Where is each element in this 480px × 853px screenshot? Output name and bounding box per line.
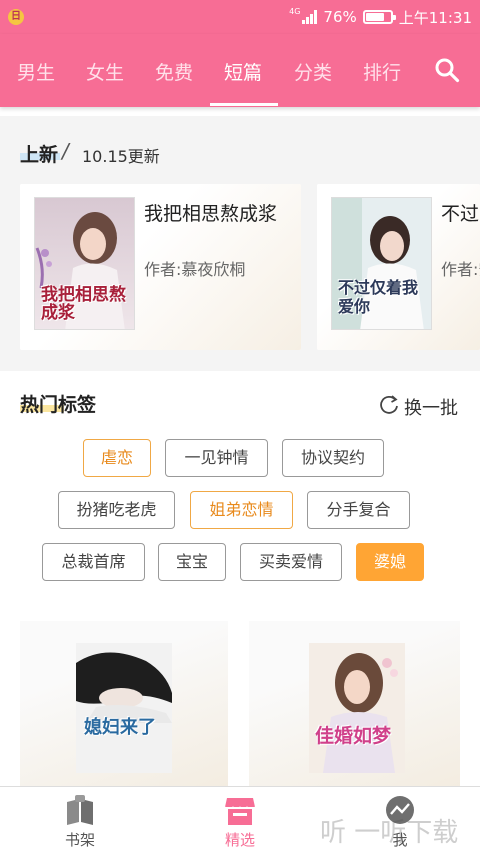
tab-female[interactable]: 女生 [86, 58, 124, 85]
clock: 上午11:31 [398, 8, 472, 27]
book-card[interactable]: 我把相思熬成浆 我把相思熬成浆 作者:慕夜欣桐 [20, 184, 301, 350]
tag-chip[interactable]: 总裁首席 [42, 543, 145, 581]
book-author: 作者:慕夜欣桐 [144, 260, 246, 279]
tag-chip[interactable]: 扮猪吃老虎 [58, 491, 175, 529]
battery-fill [365, 13, 384, 21]
tag-chip[interactable]: 虐恋 [83, 439, 151, 477]
book-cover: 媳妇来了 [76, 643, 172, 773]
book-title: 我把相思熬成浆 [144, 203, 278, 225]
cover-image [309, 643, 405, 773]
store-icon [224, 798, 256, 825]
book-cover: 我把相思熬成浆 [34, 197, 135, 330]
cover-title-text: 媳妇来了 [84, 717, 156, 738]
tab-male[interactable]: 男生 [17, 58, 55, 85]
nav-featured[interactable]: 精选 [180, 787, 300, 853]
book-cover: 佳婚如梦 [309, 643, 405, 773]
new-section-title: 上新 [20, 144, 59, 166]
book-author: 作者:安 [441, 260, 480, 279]
featured-book-card[interactable]: 媳妇来了 [20, 621, 228, 791]
tag-chip[interactable]: 分手复合 [307, 491, 410, 529]
tag-chip[interactable]: 一见钟情 [165, 439, 268, 477]
hot-tags-title: 热门标签 [20, 394, 97, 416]
title-slash: / [62, 139, 69, 163]
status-bar: 日 4G 76% 上午11:31 [0, 0, 480, 34]
tag-chip[interactable]: 婆媳 [356, 543, 424, 581]
book-icon [67, 795, 93, 825]
nav-label: 精选 [224, 831, 255, 849]
network-type: 4G [289, 7, 301, 16]
cover-title-text: 不过仅着我爱你 [338, 278, 419, 316]
book-card[interactable]: 不过仅着我爱你 不过 作者:安 [317, 184, 480, 350]
tab-category[interactable]: 分类 [294, 58, 332, 85]
tag-chip[interactable]: 宝宝 [158, 543, 226, 581]
status-right: 4G 76% 上午11:31 [289, 7, 472, 27]
refresh-button[interactable]: 换一批 [404, 394, 458, 420]
refresh-icon[interactable] [378, 394, 400, 416]
active-tab-indicator [210, 103, 278, 106]
cover-title-text: 佳婚如梦 [315, 725, 392, 747]
cover-title-text: 我把相思熬成浆 [41, 285, 126, 323]
battery-icon [362, 10, 396, 24]
battery-percent: 76% [323, 8, 357, 26]
tag-chip[interactable]: 姐弟恋情 [190, 491, 293, 529]
book-cover: 不过仅着我爱你 [331, 197, 432, 330]
top-nav: 男生 女生 免费 短篇 分类 排行 [0, 34, 480, 107]
update-date: 10.15更新 [82, 147, 160, 166]
app-notification-icon: 日 [8, 9, 24, 25]
watermark: 听 一听下载 [320, 818, 459, 848]
search-icon[interactable] [434, 57, 460, 83]
tag-chip[interactable]: 买卖爱情 [240, 543, 342, 581]
tab-free[interactable]: 免费 [155, 58, 193, 85]
cover-image [76, 643, 172, 773]
book-title: 不过 [441, 203, 480, 225]
tab-ranking[interactable]: 排行 [363, 58, 401, 85]
nav-label: 书架 [64, 831, 95, 849]
signal-icon [302, 10, 318, 24]
featured-book-card[interactable]: 佳婚如梦 [249, 621, 460, 791]
tab-short[interactable]: 短篇 [224, 58, 262, 85]
nav-bookshelf[interactable]: 书架 [20, 787, 140, 853]
tag-chip[interactable]: 协议契约 [282, 439, 384, 477]
